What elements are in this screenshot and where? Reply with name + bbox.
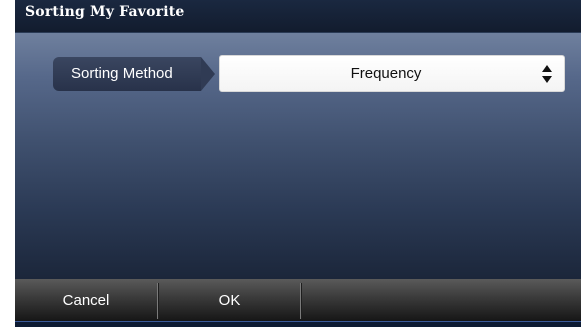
button-divider [157,283,158,319]
sorting-method-value: Frequency [350,65,422,82]
button-bar: Cancel OK [15,279,581,321]
label-pointer-arrow [201,57,215,91]
title-bar: Sorting My Favorite [15,0,581,33]
up-down-arrows-icon [542,65,552,83]
dialog-title: Sorting My Favorite [25,4,185,20]
sorting-method-label: Sorting Method [53,57,201,91]
sorting-dialog: Sorting My Favorite Sorting Method Frequ… [15,0,581,327]
empty-button-slot [302,279,581,321]
cancel-button[interactable]: Cancel [15,279,157,321]
sorting-method-select[interactable]: Frequency [219,55,565,92]
bottom-strip [15,321,581,327]
content-area: Sorting Method Frequency [15,33,581,279]
ok-button[interactable]: OK [159,279,300,321]
button-divider [300,283,301,319]
